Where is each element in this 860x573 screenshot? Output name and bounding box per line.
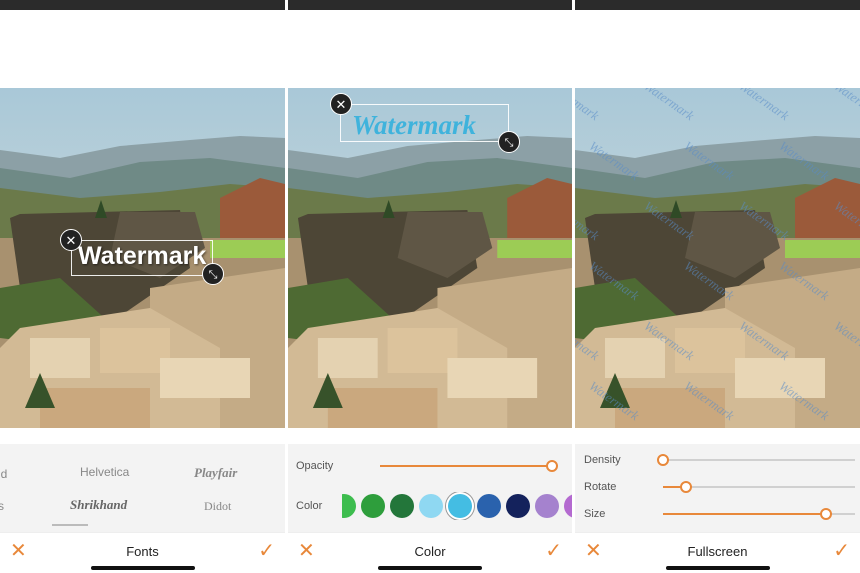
color-swatch[interactable] <box>448 494 472 518</box>
size-slider-fill <box>663 513 827 515</box>
bottom-toolbar: ✕ Fonts ✓ <box>0 532 285 573</box>
tiled-watermark-text: Watermark <box>586 378 642 424</box>
top-bar <box>575 0 860 10</box>
font-option-shrikhand[interactable]: Shrikhand <box>70 497 127 513</box>
opacity-label: Opacity <box>296 460 334 472</box>
tiled-watermark-text: Watermark <box>641 318 697 364</box>
opacity-slider-fill <box>380 465 552 467</box>
tiled-watermark-text: Watermark <box>586 138 642 184</box>
tiled-watermark-text: Watermark <box>681 378 737 424</box>
remove-watermark-icon[interactable]: ✕ <box>330 93 352 115</box>
tiled-watermark-text: Watermark <box>776 138 832 184</box>
density-slider[interactable] <box>657 454 855 466</box>
tiled-watermark-text: Watermark <box>641 88 697 124</box>
opacity-slider[interactable] <box>380 460 558 472</box>
bottom-toolbar: ✕ Fullscreen ✓ <box>575 532 860 573</box>
color-swatch[interactable] <box>390 494 414 518</box>
color-screen: Watermark ✕ ⤡ Opacity Color ✕ Color ✓ <box>288 0 572 573</box>
selected-font-indicator <box>52 524 88 526</box>
resize-watermark-icon[interactable]: ⤡ <box>202 263 224 285</box>
tiled-watermark-text: Watermark <box>681 258 737 304</box>
density-slider-knob[interactable] <box>657 454 669 466</box>
tiled-watermark-text: Watermark <box>736 318 792 364</box>
rotate-slider-knob[interactable] <box>680 481 693 493</box>
tiled-watermark-text: Watermark <box>575 318 602 364</box>
font-option-helvetica[interactable]: Helvetica <box>80 465 129 479</box>
font-picker: ld Helvetica Playfair s Shrikhand Didot <box>0 444 285 532</box>
fonts-screen: Watermark ✕ ⤡ ld Helvetica Playfair s Sh… <box>0 0 285 573</box>
font-option-partial[interactable]: s <box>0 499 4 513</box>
tiled-watermark-text: Watermark <box>575 88 602 124</box>
tiled-watermark-text: Watermark <box>831 318 860 364</box>
opacity-slider-knob[interactable] <box>546 460 558 472</box>
tiled-watermark-text: Watermark <box>736 88 792 124</box>
top-bar <box>0 0 285 10</box>
tiled-watermark-text: Watermark <box>575 198 602 244</box>
font-option-playfair[interactable]: Playfair <box>194 465 237 481</box>
tiled-watermark-text: Watermark <box>586 258 642 304</box>
watermark-text[interactable]: Watermark <box>352 110 476 141</box>
confirm-icon[interactable]: ✓ <box>545 541 562 561</box>
tiled-watermark-text: Watermark <box>641 198 697 244</box>
font-option-bold[interactable]: ld <box>0 467 7 481</box>
color-label: Color <box>296 500 323 512</box>
confirm-icon[interactable]: ✓ <box>258 541 275 561</box>
size-label: Size <box>584 508 606 520</box>
rotate-label: Rotate <box>584 481 617 493</box>
tiled-watermark-text: Watermark <box>681 138 737 184</box>
bottom-toolbar: ✕ Color ✓ <box>288 532 572 573</box>
tiled-watermark-text: Watermark <box>831 88 860 124</box>
tiled-watermark-text: Watermark <box>831 198 860 244</box>
color-swatch[interactable] <box>564 494 572 518</box>
color-swatch[interactable] <box>419 494 443 518</box>
watermark-text[interactable]: Watermark <box>78 242 206 271</box>
tiled-watermark-layer: Watermark Watermark Watermark Watermark Wate… <box>575 88 860 428</box>
color-settings: Opacity Color <box>288 444 572 532</box>
toolbar-title: Color <box>414 544 446 559</box>
density-label: Density <box>584 454 621 466</box>
size-slider-knob[interactable] <box>820 508 833 520</box>
toolbar-title: Fullscreen <box>687 544 748 559</box>
toolbar-title: Fonts <box>126 544 159 559</box>
screenshot-triptych: Watermark ✕ ⤡ ld Helvetica Playfair s Sh… <box>0 0 860 573</box>
size-slider[interactable] <box>663 508 855 520</box>
home-indicator <box>90 566 195 570</box>
top-bar <box>288 0 572 10</box>
rotate-slider[interactable] <box>663 481 855 493</box>
home-indicator <box>665 566 770 570</box>
tiled-watermark-text: Watermark <box>776 378 832 424</box>
color-swatch[interactable] <box>361 494 385 518</box>
color-swatch[interactable] <box>342 494 356 518</box>
color-swatch[interactable] <box>477 494 501 518</box>
home-indicator <box>378 566 482 570</box>
fullscreen-settings: Density Rotate Size <box>575 444 860 532</box>
tiled-watermark-text: Watermark <box>776 258 832 304</box>
confirm-icon[interactable]: ✓ <box>833 541 850 561</box>
tiled-watermark-text: Watermark <box>736 198 792 244</box>
color-swatch[interactable] <box>535 494 559 518</box>
fullscreen-screen: Watermark Watermark Watermark Watermark Wate… <box>575 0 860 573</box>
remove-watermark-icon[interactable]: ✕ <box>60 229 82 251</box>
font-option-didot[interactable]: Didot <box>204 499 231 514</box>
resize-watermark-icon[interactable]: ⤡ <box>498 131 520 153</box>
color-swatch[interactable] <box>506 494 530 518</box>
color-swatch-row <box>342 492 572 520</box>
